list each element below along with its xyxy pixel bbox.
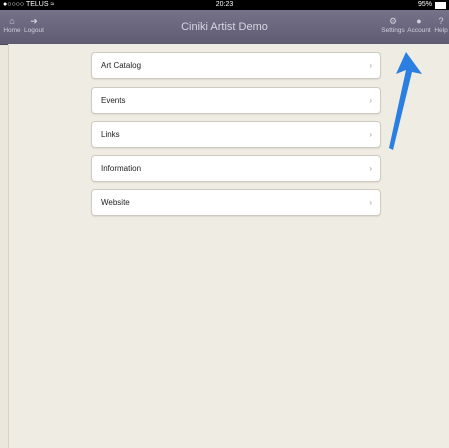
- chevron-right-icon: ›: [369, 130, 372, 139]
- home-button[interactable]: ⌂ Home: [3, 15, 21, 41]
- menu-item-links[interactable]: Links ›: [91, 121, 381, 148]
- help-button[interactable]: ? Help: [433, 15, 449, 41]
- chevron-right-icon: ›: [369, 198, 372, 207]
- settings-label: Settings: [381, 27, 405, 34]
- menu-item-label: Art Catalog: [101, 61, 142, 70]
- chevron-right-icon: ›: [369, 164, 372, 173]
- person-icon: ●: [416, 16, 422, 26]
- menu-item-art-catalog[interactable]: Art Catalog ›: [91, 52, 381, 79]
- menu-item-website[interactable]: Website ›: [91, 189, 381, 216]
- menu-item-label: Links: [101, 130, 120, 139]
- annotation-arrow-icon: [389, 52, 422, 150]
- menu-item-label: Events: [101, 96, 126, 105]
- chevron-right-icon: ›: [369, 96, 372, 105]
- battery-status: 95%: [418, 0, 446, 10]
- chevron-right-icon: ›: [369, 61, 372, 70]
- account-label: Account: [407, 27, 431, 34]
- status-time: 20:23: [215, 1, 234, 8]
- home-label: Home: [3, 27, 21, 34]
- main-content: Art Catalog › Events › Links › Informati…: [8, 44, 449, 448]
- gear-icon: ⚙: [388, 16, 398, 26]
- menu-item-label: Information: [101, 164, 142, 173]
- menu-item-events[interactable]: Events ›: [91, 87, 381, 114]
- account-button[interactable]: ● Account: [407, 15, 431, 41]
- menu-item-information[interactable]: Information ›: [91, 155, 381, 182]
- home-icon: ⌂: [9, 16, 15, 26]
- logout-icon: ➜: [30, 16, 38, 26]
- logout-button[interactable]: ➜ Logout: [22, 15, 46, 41]
- app-screen: ●○○○○ TELUS ≈ 20:23 95% Ciniki Artist De…: [0, 0, 449, 448]
- help-icon: ?: [438, 16, 444, 26]
- status-bar: ●○○○○ TELUS ≈ 20:23 95%: [0, 0, 449, 10]
- logout-label: Logout: [24, 27, 44, 34]
- settings-button[interactable]: ⚙ Settings: [381, 15, 405, 41]
- nav-bar: Ciniki Artist Demo ⌂ Home ➜ Logout ⚙ Set…: [0, 10, 449, 45]
- help-label: Help: [434, 27, 448, 34]
- battery-icon: [435, 1, 446, 9]
- battery-percent: 95%: [417, 1, 432, 8]
- menu-item-label: Website: [101, 198, 130, 207]
